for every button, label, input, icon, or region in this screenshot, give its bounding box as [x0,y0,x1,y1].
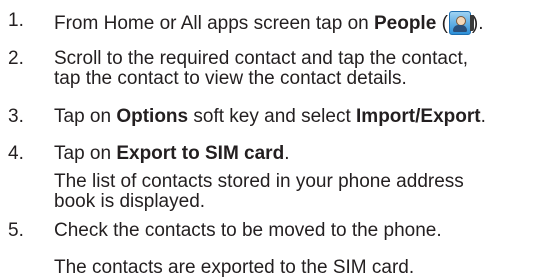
step-number: 2. [8,48,24,69]
step-note-line: The list of contacts stored in your phon… [54,171,464,192]
step-text: Tap on Export to SIM card. The list of c… [54,144,549,212]
step-text: From Home or All apps screen tap on Peop… [54,11,549,35]
step-text-part: From Home or All apps screen tap on [54,13,374,34]
export-to-sim-label: Export to SIM card [116,143,285,164]
step-number: 3. [8,106,24,127]
cropped-heading-fragment [0,0,120,4]
step-text-part: Tap on [54,143,117,164]
step-text-part: . [284,143,290,164]
step-text: Scroll to the required contact and tap t… [54,49,549,89]
step-text-part: Tap on [54,106,117,127]
import-export-label: Import/Export [356,106,481,127]
step-note-line: book is displayed. [54,191,206,212]
step-number: 5. [8,220,24,241]
step-line: tap the contact to view the contact deta… [54,68,407,89]
step-line: Scroll to the required contact and tap t… [54,48,469,69]
step-text-part: ( [436,13,448,34]
result-text: The contacts are exported to the SIM car… [54,257,415,278]
step-text: Tap on Options soft key and select Impor… [54,107,549,127]
step-line: Tap on Export to SIM card. [54,144,549,164]
step-text-part: . [480,106,486,127]
people-app-name: People [373,13,437,34]
options-softkey-label: Options [116,106,189,127]
step-text: Check the contacts to be moved to the ph… [54,220,442,241]
step-number: 4. [8,143,24,164]
step-text-part: soft key and select [188,106,357,127]
people-app-icon [448,11,474,35]
icon-tab [469,15,474,31]
step-number: 1. [8,10,24,31]
